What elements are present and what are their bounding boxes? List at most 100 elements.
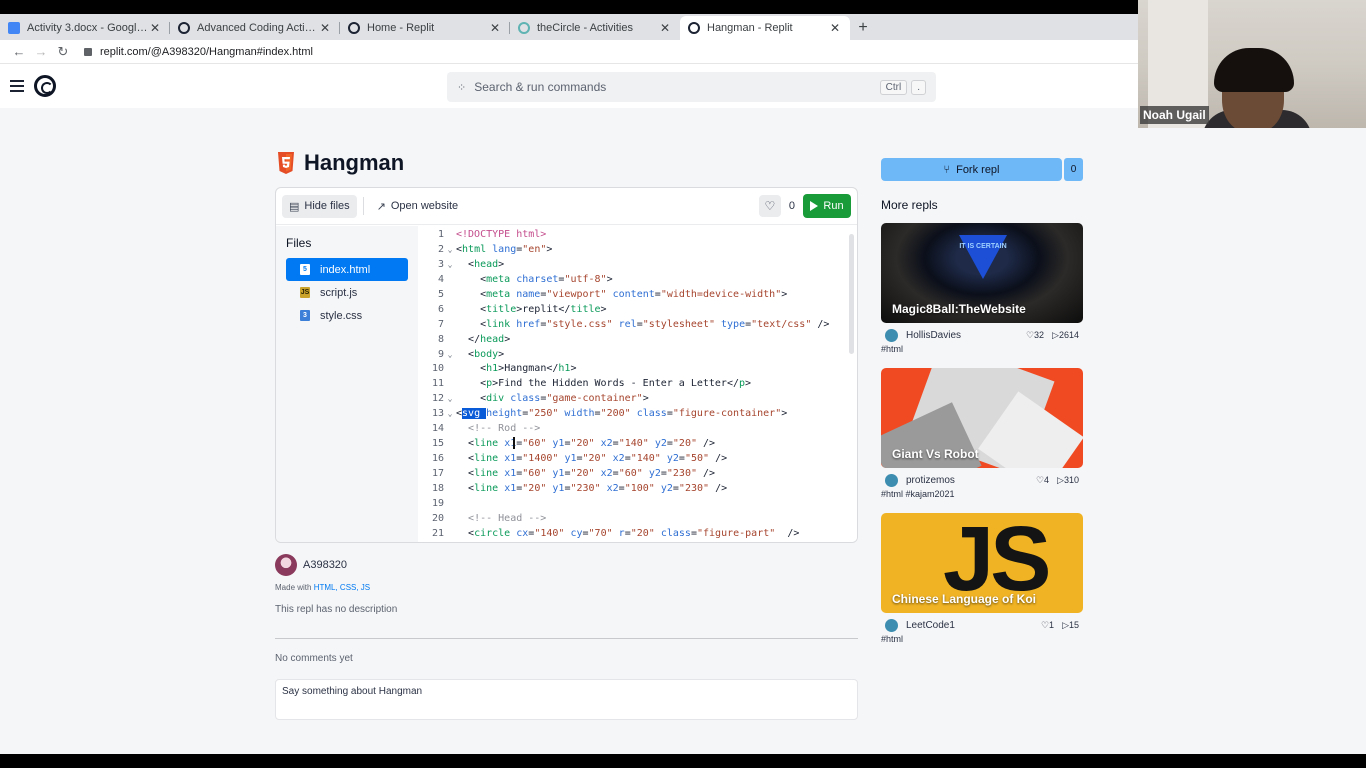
code-line[interactable]: 14 <!-- Rod --> [418, 422, 857, 437]
made-with-languages[interactable]: HTML, CSS, JS [314, 583, 370, 592]
code-line[interactable]: 13 ⌄ <svg height="250" width="200" class="… [418, 407, 857, 422]
new-tab-button[interactable]: + [850, 16, 876, 40]
repl-thumbnail[interactable]: IT IS CERTAIN Magic8Ball:TheWebsite [881, 223, 1083, 323]
repl-tags[interactable]: #html [881, 344, 1083, 354]
code-line[interactable]: 1 <!DOCTYPE html> [418, 228, 857, 243]
repl-card[interactable]: Giant Vs Robot protizemos ♡4 ▷310 #html … [881, 368, 1083, 499]
code-text: <h1>Hangman</h1> [480, 363, 577, 375]
url-field[interactable]: replit.com/@A398320/Hangman#index.html [84, 46, 313, 58]
code-line[interactable]: 8 </head> [418, 333, 857, 348]
code-editor[interactable]: 1 <!DOCTYPE html> 2 ⌄ <html lang="en"> 3 ⌄ <he… [418, 226, 857, 542]
code-text: <p>Find the Hidden Words - Enter a Lette… [480, 378, 752, 390]
code-text: <circle cx="140" cy="70" r="20" class="f… [468, 527, 800, 539]
circle-icon [518, 22, 530, 34]
fold-gutter [444, 228, 456, 243]
fold-gutter [444, 437, 456, 452]
repl-tags[interactable]: #html [881, 634, 1083, 644]
browser-tab[interactable]: theCircle - Activities ✕ [510, 16, 680, 40]
search-input[interactable]: ⁘ Search & run commands Ctrl . [447, 72, 936, 102]
file-item-index-html[interactable]: 5 index.html [286, 258, 408, 281]
fork-count[interactable]: 0 [1064, 158, 1083, 181]
code-line[interactable]: 9 ⌄ <body> [418, 348, 857, 363]
file-item-style-css[interactable]: 3 style.css [286, 304, 408, 327]
code-line[interactable]: 15 <line x1="60" y1="20" x2="140" y2="20… [418, 437, 857, 452]
webcam-overlay: Noah Ugail [1138, 0, 1366, 128]
author-name[interactable]: HollisDavies [906, 330, 961, 341]
hide-files-button[interactable]: ▤ Hide files [282, 194, 357, 218]
code-line[interactable]: 11 <p>Find the Hidden Words - Enter a Le… [418, 377, 857, 392]
fold-chevron-icon[interactable]: ⌄ [444, 407, 456, 422]
back-icon[interactable]: ← [8, 44, 30, 59]
browser-tab[interactable]: Home - Replit ✕ [340, 16, 510, 40]
fold-chevron-icon[interactable]: ⌄ [444, 348, 456, 363]
hamburger-menu-icon[interactable] [10, 80, 24, 92]
close-icon[interactable]: ✕ [658, 21, 672, 35]
repl-thumbnail[interactable]: JS Chinese Language of Koi [881, 513, 1083, 613]
browser-tab[interactable]: Advanced Coding Activity 3-1 - R ✕ [170, 16, 340, 40]
code-line[interactable]: 7 <link href="style.css" rel="stylesheet… [418, 318, 857, 333]
code-text: <svg height="250" width="200" class="fig… [456, 408, 788, 420]
close-icon[interactable]: ✕ [828, 21, 842, 35]
author-name[interactable]: protizemos [906, 475, 955, 486]
code-line[interactable]: 17 <line x1="60" y1="20" x2="60" y2="230… [418, 467, 857, 482]
author-name[interactable]: LeetCode1 [906, 620, 955, 631]
fold-chevron-icon[interactable]: ⌄ [444, 392, 456, 407]
close-icon[interactable]: ✕ [148, 21, 162, 35]
code-line[interactable]: 21 <circle cx="140" cy="70" r="20" class… [418, 527, 857, 542]
play-outline-icon: ▷ [1057, 475, 1064, 485]
replit-icon [348, 22, 360, 34]
code-line[interactable]: 19 [418, 497, 857, 512]
repl-tags[interactable]: #html #kajam2021 [881, 489, 1083, 499]
fold-chevron-icon[interactable]: ⌄ [444, 243, 456, 258]
files-panel: Files 5 index.html JS script.js 3 style.… [276, 226, 418, 542]
fold-gutter [444, 273, 456, 288]
files-panel-icon: ▤ [289, 200, 300, 213]
fold-chevron-icon[interactable]: ⌄ [444, 258, 456, 273]
close-icon[interactable]: ✕ [318, 21, 332, 35]
editor-scrollbar[interactable] [849, 234, 854, 354]
like-button[interactable]: ♡ [758, 195, 781, 217]
code-line[interactable]: 2 ⌄ <html lang="en"> [418, 243, 857, 258]
author-avatar[interactable] [885, 474, 898, 487]
repl-description: This repl has no description [275, 604, 398, 615]
comment-input[interactable]: Say something about Hangman [275, 679, 858, 720]
owner-name[interactable]: A398320 [303, 559, 347, 571]
line-number: 16 [431, 453, 444, 465]
run-button[interactable]: Run [803, 194, 851, 218]
code-line[interactable]: 6 <title>replit</title> [418, 303, 857, 318]
fold-gutter [444, 333, 456, 348]
fold-gutter [444, 318, 456, 333]
repl-card[interactable]: IT IS CERTAIN Magic8Ball:TheWebsite Holl… [881, 223, 1083, 354]
line-number: 10 [431, 363, 444, 375]
repl-card[interactable]: JS Chinese Language of Koi LeetCode1 ♡1 … [881, 513, 1083, 644]
fork-repl-button[interactable]: ⑂ Fork repl [881, 158, 1062, 181]
open-website-button[interactable]: ↗ Open website [370, 195, 465, 218]
fork-icon: ⑂ [943, 163, 951, 176]
fold-gutter [444, 482, 456, 497]
heart-icon: ♡ [1025, 330, 1035, 340]
code-line[interactable]: 3 ⌄ <head> [418, 258, 857, 273]
code-line[interactable]: 4 <meta charset="utf-8"> [418, 273, 857, 288]
browser-tab-active[interactable]: Hangman - Replit ✕ [680, 16, 850, 40]
lock-icon [84, 47, 92, 56]
author-avatar[interactable] [885, 619, 898, 632]
browser-tab[interactable]: Activity 3.docx - Google Docs ✕ [0, 16, 170, 40]
avatar[interactable] [275, 554, 297, 576]
webcam-person [1214, 48, 1294, 92]
file-item-script-js[interactable]: JS script.js [286, 281, 408, 304]
code-line[interactable]: 5 <meta name="viewport" content="width=d… [418, 288, 857, 303]
code-line[interactable]: 18 <line x1="20" y1="230" x2="100" y2="2… [418, 482, 857, 497]
code-line[interactable]: 10 <h1>Hangman</h1> [418, 362, 857, 377]
line-number: 12 [431, 393, 444, 405]
replit-logo-icon[interactable] [34, 75, 56, 97]
code-line[interactable]: 12 ⌄ <div class="game-container"> [418, 392, 857, 407]
code-line[interactable]: 20 <!-- Head --> [418, 512, 857, 527]
reload-icon[interactable]: ↻ [52, 44, 74, 60]
line-number: 5 [437, 288, 444, 300]
code-line[interactable]: 16 <line x1="1400" y1="20" x2="140" y2="… [418, 452, 857, 467]
author-avatar[interactable] [885, 329, 898, 342]
forward-icon[interactable]: → [30, 44, 52, 59]
repl-owner[interactable]: A398320 [275, 554, 347, 576]
repl-thumbnail[interactable]: Giant Vs Robot [881, 368, 1083, 468]
close-icon[interactable]: ✕ [488, 21, 502, 35]
